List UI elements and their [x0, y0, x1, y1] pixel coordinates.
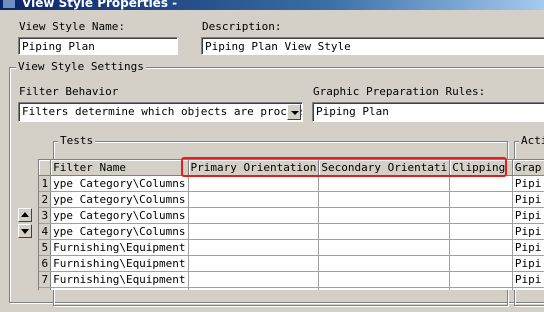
cell-filter-name[interactable]: ype Category\Columns [50, 207, 189, 224]
cell-graphic-rule[interactable]: Pipi [512, 287, 544, 290]
cell-clipping[interactable] [449, 271, 513, 288]
row-number: 2 [39, 191, 52, 208]
cell-primary-orientation[interactable] [188, 175, 320, 192]
filter-behavior-value: Filters determine which objects are proc… [22, 105, 303, 118]
cell-primary-orientation[interactable] [188, 255, 320, 272]
table-row[interactable]: 7 Furnishing\Equipment Pipi [39, 271, 544, 288]
move-up-button[interactable] [18, 208, 32, 222]
filter-behavior-select[interactable]: Filters determine which objects are proc… [18, 102, 303, 122]
table-row[interactable]: 2 ype Category\Columns Pipi [39, 191, 544, 208]
row-number-header [39, 160, 52, 176]
cell-graphic-rule[interactable]: Pipi [512, 239, 544, 256]
arrow-up-icon [21, 212, 29, 217]
cell-secondary-orientation[interactable] [318, 255, 451, 272]
filter-behavior-label: Filter Behavior [19, 85, 119, 98]
cell-secondary-orientation[interactable] [318, 239, 451, 256]
arrow-down-icon [21, 229, 29, 234]
row-number: 3 [39, 207, 52, 224]
cell-filter-name[interactable]: \Piping\Piping Part [50, 287, 189, 290]
chevron-down-icon[interactable] [287, 104, 301, 120]
cell-clipping[interactable] [449, 255, 513, 272]
cell-secondary-orientation[interactable] [318, 207, 451, 224]
row-number: 4 [39, 223, 52, 240]
table-row[interactable]: 3 ype Category\Columns Pipi [39, 207, 544, 224]
cell-clipping[interactable] [449, 191, 513, 208]
filters-table: Filter Name Primary Orientation Secondar… [39, 160, 544, 290]
cell-primary-orientation[interactable] [188, 287, 320, 290]
actions-legend: Acti [519, 135, 544, 147]
cell-filter-name[interactable]: ype Category\Columns [50, 191, 189, 208]
row-number: 7 [39, 271, 52, 288]
table-row[interactable]: 4 ype Category\Columns Pipi [39, 223, 544, 240]
row-number: 5 [39, 239, 52, 256]
view-style-settings-legend: View Style Settings [16, 60, 146, 73]
cell-filter-name[interactable]: Furnishing\Equipment [50, 239, 189, 256]
window-title: View Style Properties - [22, 0, 178, 10]
graphic-rules-input[interactable]: Piping Plan [312, 102, 544, 122]
cell-filter-name[interactable]: Furnishing\Equipment [50, 271, 189, 288]
row-number: 8 [39, 287, 52, 290]
cell-secondary-orientation[interactable] [318, 191, 451, 208]
cell-graphic-rule[interactable]: Pipi [512, 271, 544, 288]
view-style-name-input[interactable]: Piping Plan [18, 37, 178, 55]
cell-filter-name[interactable]: Furnishing\Equipment [50, 255, 189, 272]
tests-legend: Tests [58, 134, 96, 147]
highlight-box [181, 157, 507, 177]
table-row[interactable]: 1 ype Category\Columns Pipi [39, 175, 544, 192]
cell-graphic-rule[interactable]: Pipi [512, 191, 544, 208]
table-row[interactable]: 5 Furnishing\Equipment Pipi [39, 239, 544, 256]
cell-graphic-rule[interactable]: Pipi [512, 255, 544, 272]
window-icon [3, 0, 15, 8]
cell-filter-name[interactable]: ype Category\Columns [50, 175, 189, 192]
description-label: Description: [202, 20, 282, 33]
header-graphic-rule[interactable]: Grap [512, 160, 544, 176]
cell-secondary-orientation[interactable] [318, 175, 451, 192]
cell-primary-orientation[interactable] [188, 191, 320, 208]
header-filter-name[interactable]: Filter Name [50, 160, 189, 176]
table-row[interactable]: 6 Furnishing\Equipment Pipi [39, 255, 544, 272]
graphic-rules-label: Graphic Preparation Rules: [313, 85, 486, 98]
table-row[interactable]: 8\Piping\Piping Part Pipi [39, 287, 544, 290]
cell-graphic-rule[interactable]: Pipi [512, 175, 544, 192]
cell-graphic-rule[interactable]: Pipi [512, 207, 544, 224]
cell-clipping[interactable] [449, 287, 513, 290]
move-down-button[interactable] [18, 224, 32, 238]
cell-filter-name[interactable]: ype Category\Columns [50, 223, 189, 240]
cell-primary-orientation[interactable] [188, 223, 320, 240]
cell-primary-orientation[interactable] [188, 207, 320, 224]
row-number: 1 [39, 175, 52, 192]
cell-primary-orientation[interactable] [188, 271, 320, 288]
row-number: 6 [39, 255, 52, 272]
cell-clipping[interactable] [449, 175, 513, 192]
cell-secondary-orientation[interactable] [318, 223, 451, 240]
description-input[interactable]: Piping Plan View Style [201, 37, 544, 55]
filters-grid: Filter Name Primary Orientation Secondar… [38, 159, 544, 290]
cell-secondary-orientation[interactable] [318, 287, 451, 290]
cell-primary-orientation[interactable] [188, 239, 320, 256]
cell-graphic-rule[interactable]: Pipi [512, 223, 544, 240]
cell-clipping[interactable] [449, 239, 513, 256]
title-bar: View Style Properties - [0, 0, 544, 10]
cell-secondary-orientation[interactable] [318, 271, 451, 288]
cell-clipping[interactable] [449, 223, 513, 240]
view-style-name-label: View Style Name: [19, 20, 125, 33]
cell-clipping[interactable] [449, 207, 513, 224]
